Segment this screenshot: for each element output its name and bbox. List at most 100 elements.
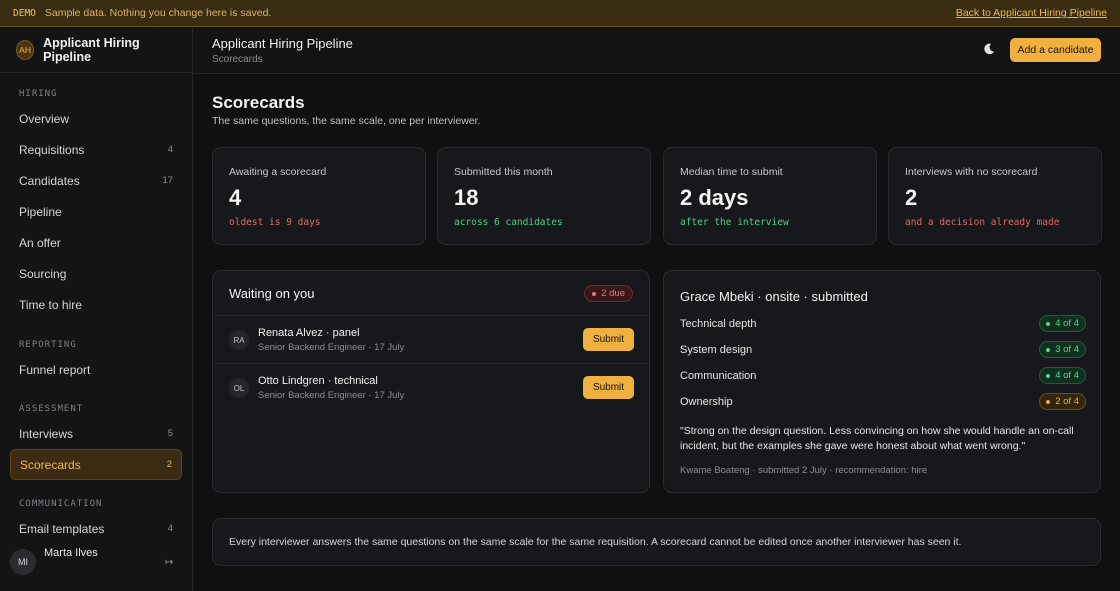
- dot-icon: [1046, 347, 1051, 352]
- score-question: Technical depth: [680, 318, 757, 330]
- waiting-panel: Waiting on you 2 due RA Renata Alvez · p…: [212, 270, 650, 493]
- scorecard-meta: Kwame Boateng · submitted 2 July · recom…: [680, 465, 928, 476]
- score-value: 4 of 4: [1055, 370, 1079, 381]
- sidebar-item-label: Funnel report: [19, 362, 91, 377]
- sidebar-item-count: 4: [167, 523, 173, 534]
- brand[interactable]: AH Applicant Hiring Pipeline: [0, 27, 192, 73]
- user-name: Marta Ilves: [44, 547, 98, 559]
- brand-logo: AH: [16, 39, 35, 60]
- stat-note: after the interview: [680, 217, 789, 228]
- topbar: Applicant Hiring Pipeline Scorecards Add…: [193, 27, 1120, 74]
- avatar: RA: [229, 330, 249, 350]
- sidebar-item-label: Overview: [19, 111, 70, 126]
- stat-label: Median time to submit: [680, 166, 783, 178]
- dot-icon: [1046, 321, 1051, 326]
- candidate-name: Renata Alvez · panel: [258, 327, 360, 339]
- sidebar-item-an-offer[interactable]: An offer: [10, 227, 182, 258]
- sidebar-item-sourcing[interactable]: Sourcing: [10, 258, 182, 289]
- stat-value: 2 days: [680, 185, 749, 210]
- section-label-assessment: ASSESSMENT: [19, 404, 84, 414]
- sidebar-item-email-templates[interactable]: Email templates 4: [10, 513, 182, 544]
- score-question: Communication: [680, 370, 757, 382]
- stat-card-awaiting: Awaiting a scorecard 4 oldest is 9 days: [212, 147, 426, 245]
- sidebar-item-requisitions[interactable]: Requisitions 4: [10, 134, 182, 165]
- stat-label: Submitted this month: [454, 166, 553, 178]
- sidebar-item-label: Sourcing: [19, 266, 67, 281]
- due-badge: 2 due: [584, 285, 633, 302]
- score-question: Ownership: [680, 396, 733, 408]
- stat-label: Interviews with no scorecard: [905, 166, 1038, 178]
- avatar: MI: [10, 549, 36, 575]
- score-row: System design 3 of 4: [680, 341, 1086, 361]
- score-badge: 4 of 4: [1039, 315, 1086, 332]
- back-link[interactable]: Back to Applicant Hiring Pipeline: [956, 7, 1107, 19]
- sidebar-item-pipeline[interactable]: Pipeline: [10, 196, 182, 227]
- score-value: 4 of 4: [1055, 318, 1079, 329]
- sidebar-item-label: Interviews: [19, 426, 74, 441]
- sidebar-item-label: An offer: [19, 235, 61, 250]
- app-title: Applicant Hiring Pipeline: [212, 36, 353, 51]
- panel-title: Waiting on you: [229, 286, 315, 301]
- stat-label: Awaiting a scorecard: [229, 166, 327, 178]
- score-badge: 4 of 4: [1039, 367, 1086, 384]
- scorecard-title: Grace Mbeki · onsite · submitted: [680, 289, 868, 304]
- score-value: 2 of 4: [1055, 396, 1079, 407]
- sidebar-item-scorecards[interactable]: Scorecards 2: [10, 449, 182, 480]
- moon-icon[interactable]: [982, 42, 996, 56]
- stat-card-submitted: Submitted this month 18 across 6 candida…: [437, 147, 651, 245]
- demo-tag: DEMO: [13, 7, 36, 19]
- scorecard-comment: "Strong on the design question. Less con…: [680, 425, 1074, 452]
- sidebar-item-interviews[interactable]: Interviews 5: [10, 418, 182, 449]
- demo-message: Sample data. Nothing you change here is …: [44, 7, 272, 19]
- page-subtitle: The same questions, the same scale, one …: [212, 115, 481, 127]
- score-row: Technical depth 4 of 4: [680, 315, 1086, 335]
- sidebar-item-label: Time to hire: [19, 297, 82, 312]
- score-badge: 2 of 4: [1039, 393, 1086, 410]
- list-item: OL Otto Lindgren · technical Senior Back…: [213, 363, 649, 411]
- score-row: Communication 4 of 4: [680, 367, 1086, 387]
- sidebar-item-count: 5: [167, 428, 173, 439]
- score-question: System design: [680, 344, 753, 356]
- sign-out-icon[interactable]: ↦: [165, 557, 173, 568]
- sidebar-item-count: 17: [162, 175, 173, 186]
- dot-icon: [1046, 373, 1051, 378]
- due-badge-label: 2 due: [601, 288, 625, 299]
- sidebar-item-count: 2: [166, 459, 172, 470]
- stat-card-median-time: Median time to submit 2 days after the i…: [663, 147, 877, 245]
- stat-value: 2: [905, 185, 918, 210]
- user-profile[interactable]: MI Marta Ilves: [10, 547, 98, 575]
- sidebar: AH Applicant Hiring Pipeline HIRING Over…: [0, 27, 193, 591]
- dot-icon: [1046, 399, 1051, 404]
- candidate-name: Otto Lindgren · technical: [258, 375, 378, 387]
- sidebar-item-time-to-hire[interactable]: Time to hire: [10, 289, 182, 320]
- submit-button[interactable]: Submit: [583, 328, 634, 351]
- list-item: RA Renata Alvez · panel Senior Backend E…: [213, 315, 649, 363]
- stat-note: and a decision already made: [905, 217, 1060, 228]
- stat-card-no-scorecard: Interviews with no scorecard 2 and a dec…: [888, 147, 1102, 245]
- avatar: OL: [229, 378, 249, 398]
- stat-note: oldest is 9 days: [229, 217, 321, 228]
- dot-icon: [592, 291, 597, 296]
- demo-banner: DEMO Sample data. Nothing you change her…: [0, 0, 1120, 27]
- stat-value: 18: [454, 185, 479, 210]
- sidebar-item-candidates[interactable]: Candidates 17: [10, 165, 182, 196]
- submit-button[interactable]: Submit: [583, 376, 634, 399]
- sidebar-item-label: Scorecards: [20, 457, 81, 472]
- stat-note: across 6 candidates: [454, 217, 563, 228]
- score-badge: 3 of 4: [1039, 341, 1086, 358]
- sidebar-item-overview[interactable]: Overview: [10, 103, 182, 134]
- section-label-communication: COMMUNICATION: [19, 499, 103, 509]
- section-label-reporting: REPORTING: [19, 340, 77, 350]
- breadcrumb: Scorecards: [212, 54, 263, 65]
- policy-note: Every interviewer answers the same quest…: [212, 518, 1101, 566]
- score-row: Ownership 2 of 4: [680, 393, 1086, 413]
- candidate-role: Senior Backend Engineer · 17 July: [258, 390, 405, 401]
- sidebar-item-label: Requisitions: [19, 142, 85, 157]
- page-title: Scorecards: [212, 93, 305, 112]
- sidebar-item-label: Email templates: [19, 521, 105, 536]
- add-candidate-button[interactable]: Add a candidate: [1010, 38, 1101, 62]
- scorecard-panel: Grace Mbeki · onsite · submitted Technic…: [663, 270, 1101, 493]
- candidate-role: Senior Backend Engineer · 17 July: [258, 342, 405, 353]
- score-value: 3 of 4: [1055, 344, 1079, 355]
- sidebar-item-funnel-report[interactable]: Funnel report: [10, 354, 182, 385]
